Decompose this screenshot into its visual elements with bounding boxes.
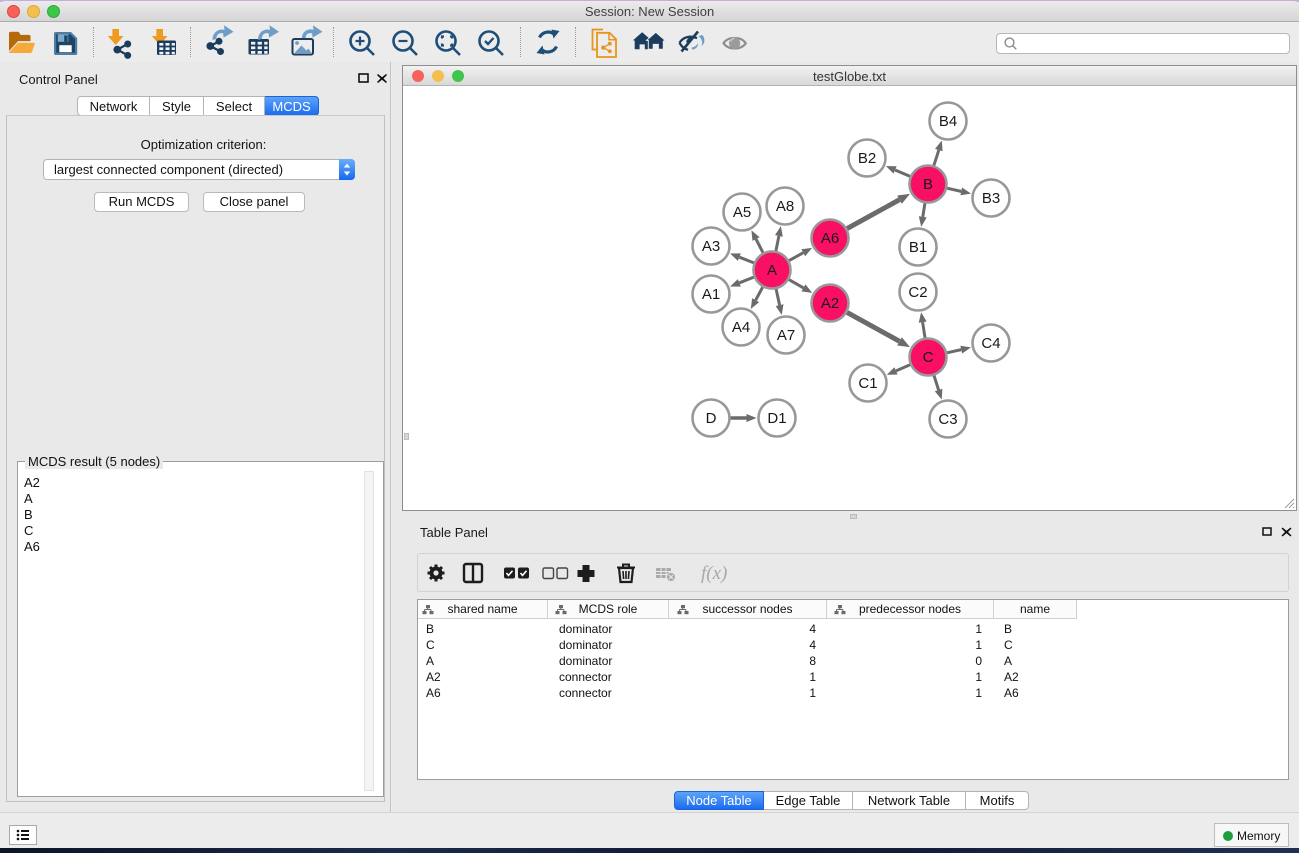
svg-text:A8: A8 (776, 198, 794, 215)
svg-text:A6: A6 (821, 230, 839, 247)
svg-text:C2: C2 (908, 284, 927, 301)
svg-text:A4: A4 (732, 319, 750, 336)
svg-text:A: A (767, 262, 777, 279)
svg-text:f(x): f(x) (701, 563, 727, 584)
svg-text:B: B (923, 176, 933, 193)
svg-text:B1: B1 (909, 239, 927, 256)
svg-text:C4: C4 (981, 335, 1000, 352)
svg-text:B2: B2 (858, 150, 876, 167)
svg-text:C1: C1 (858, 375, 877, 392)
svg-text:D1: D1 (767, 410, 786, 427)
svg-text:C: C (923, 349, 934, 366)
svg-text:C3: C3 (938, 411, 957, 428)
svg-text:B3: B3 (982, 190, 1000, 207)
svg-text:B4: B4 (939, 113, 957, 130)
svg-text:A3: A3 (702, 238, 720, 255)
svg-text:A2: A2 (821, 295, 839, 312)
svg-text:A7: A7 (777, 327, 795, 344)
svg-text:A1: A1 (702, 286, 720, 303)
svg-text:A5: A5 (733, 204, 751, 221)
svg-text:D: D (706, 410, 717, 427)
